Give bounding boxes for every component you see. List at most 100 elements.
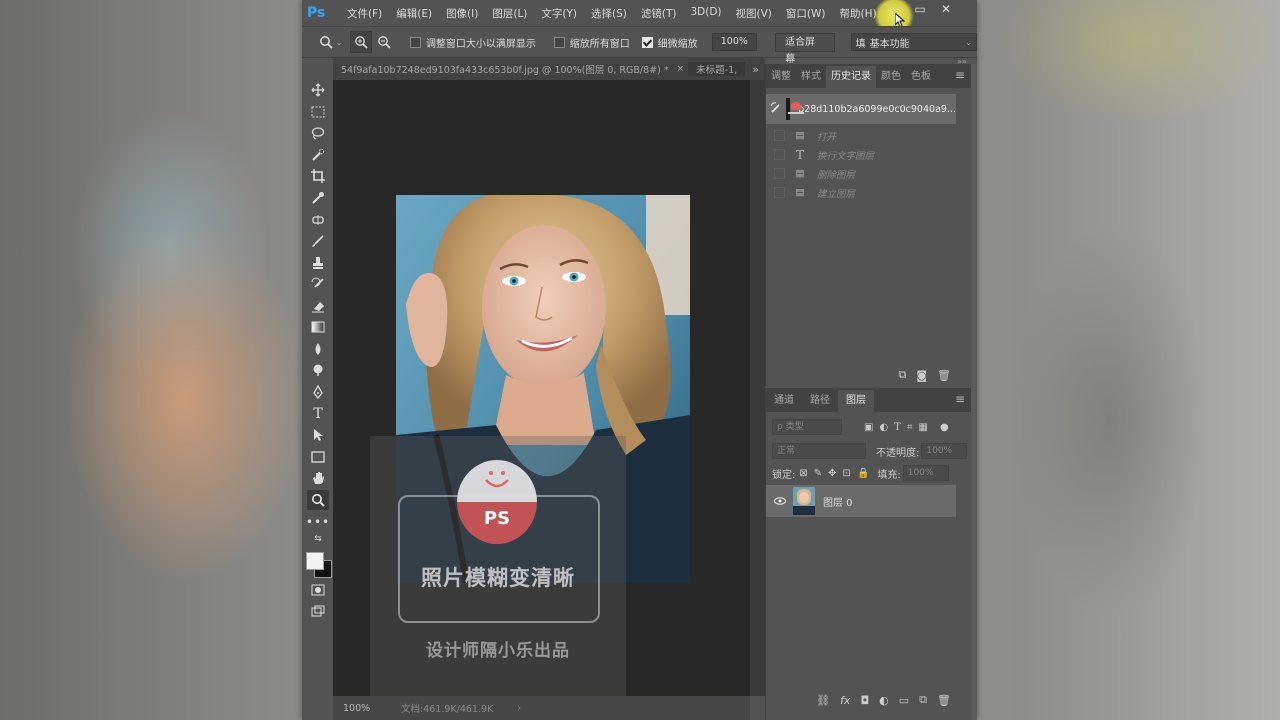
path-selection-tool-icon[interactable] [307,425,329,445]
filter-adjustment-icon[interactable]: ◐ [879,422,888,433]
lasso-tool-icon[interactable] [307,123,329,143]
close-button[interactable]: ✕ [933,0,959,18]
status-arrow-icon[interactable]: › [517,703,521,714]
tabs-overflow-icon[interactable]: » [752,63,759,76]
blend-mode-select[interactable]: 正常 [772,443,866,459]
zoom-tool-icon[interactable] [307,490,329,510]
trash-icon[interactable]: 🗑 [937,369,951,382]
filter-toggle-icon[interactable]: ● [940,422,949,433]
history-brush-source-icon[interactable] [770,102,782,114]
menu-edit[interactable]: 编辑(E) [389,6,439,21]
swap-colors-icon[interactable]: ⇆ [307,532,329,546]
history-snapshot[interactable]: b28d110b2a6099e0c0c9040a9... [766,94,956,124]
hand-tool-icon[interactable] [307,468,329,488]
zoom-in-icon[interactable] [350,31,373,53]
zoom-out-icon[interactable] [374,32,394,52]
panel-menu-icon[interactable]: ≡ [955,392,965,406]
lock-position-icon[interactable]: ✥ [828,468,836,479]
panel-menu-icon[interactable]: ≡ [955,68,965,82]
menu-window[interactable]: 窗口(W) [779,6,833,21]
tab-swatches[interactable]: 色板 [906,66,936,88]
panel-edge-scrollbar[interactable] [971,64,977,720]
zoom-tool-preset-icon[interactable] [316,32,336,52]
tab-color[interactable]: 颜色 [876,66,906,88]
maximize-button[interactable]: ▭ [907,0,933,18]
menu-image[interactable]: 图像(I) [439,6,485,21]
trash-icon[interactable]: 🗑 [937,694,951,707]
history-item[interactable]: T 换行文字图层 [766,145,956,164]
chevron-down-icon[interactable]: ⌄ [336,38,343,47]
filter-type-icon[interactable]: T [894,422,901,433]
zoom-percent-field[interactable]: 100% [711,33,758,51]
layer-row[interactable]: 图层 0 [766,485,956,517]
lock-image-icon[interactable]: ✎ [814,468,822,479]
tab-paths[interactable]: 路径 [802,390,838,412]
new-layer-icon[interactable]: ⧉ [919,693,927,707]
quick-selection-tool-icon[interactable] [307,145,329,165]
canvas-scrollbar[interactable] [750,80,765,696]
eraser-tool-icon[interactable] [307,296,329,316]
fill-field[interactable]: 100% [902,465,949,481]
filter-image-icon[interactable]: ▣ [864,422,873,433]
more-tools-icon[interactable]: ••• [306,512,329,532]
menu-file[interactable]: 文件(F) [340,6,389,21]
filter-smart-object-icon[interactable]: ▦ [919,422,928,433]
scrubby-zoom-checkbox[interactable] [641,36,653,48]
layer-filter-select[interactable]: ρ 类型 [772,419,842,435]
menu-3d[interactable]: 3D(D) [683,6,728,21]
type-tool-icon[interactable]: T [307,404,329,424]
history-item[interactable]: ▤ 建立图层 [766,183,956,202]
tab-styles[interactable]: 样式 [796,66,826,88]
zoom-all-windows-checkbox[interactable] [553,36,565,48]
resize-windows-checkbox[interactable] [409,36,421,48]
new-document-from-state-icon[interactable]: ⧉ [898,368,906,382]
add-mask-icon[interactable]: ◘ [860,694,869,707]
history-item[interactable]: ▤ 打开 [766,126,956,145]
opacity-field[interactable]: 100% [921,443,968,459]
blur-tool-icon[interactable] [307,339,329,359]
canvas-area[interactable]: PS 照片模糊变清晰 设计师隔小乐出品 [333,80,750,720]
document-tab[interactable]: 54f9afa10b7248ed9103fa433c653b0f.jpg @ 1… [333,62,677,76]
camera-icon[interactable]: ◙ [916,369,927,382]
pen-tool-icon[interactable] [307,382,329,402]
tab-layers[interactable]: 图层 [838,390,874,412]
menu-filter[interactable]: 滤镜(T) [634,6,684,21]
tab-adjustments[interactable]: 调整 [766,66,796,88]
lock-artboard-icon[interactable]: ⊡ [843,468,851,479]
history-brush-tool-icon[interactable] [307,274,329,294]
menu-select[interactable]: 选择(S) [584,6,634,21]
document-tab-2[interactable]: 未标题-1, [688,62,746,76]
tab-channels[interactable]: 通道 [766,390,802,412]
clone-stamp-tool-icon[interactable] [307,253,329,273]
quick-mask-icon[interactable] [307,580,329,600]
dodge-tool-icon[interactable] [307,360,329,380]
workspace-select[interactable]: 填 基本功能 ⌄ [850,33,977,51]
foreground-color-swatch[interactable] [306,552,324,570]
new-group-icon[interactable]: ▭ [899,694,909,707]
move-tool-icon[interactable] [307,80,329,100]
menu-type[interactable]: 文字(Y) [534,6,584,21]
gradient-tool-icon[interactable] [307,317,329,337]
zoom-status[interactable]: 100% [343,703,393,714]
history-item[interactable]: ▤ 删除图层 [766,164,956,183]
link-layers-icon[interactable]: ⛓ [816,694,830,707]
close-tab-icon[interactable]: × [677,64,685,74]
menu-layer[interactable]: 图层(L) [485,6,534,21]
brush-tool-icon[interactable] [307,231,329,251]
screen-mode-icon[interactable] [307,601,329,621]
filter-shape-icon[interactable]: ⌗ [907,422,913,433]
adjustment-layer-icon[interactable]: ◐ [879,694,889,707]
lock-all-icon[interactable]: 🔒 [857,468,869,479]
layer-style-icon[interactable]: fx [840,694,850,707]
crop-tool-icon[interactable] [307,166,329,186]
layer-name[interactable]: 图层 0 [823,494,853,509]
healing-brush-tool-icon[interactable] [307,210,329,230]
menu-view[interactable]: 视图(V) [729,6,779,21]
tab-history[interactable]: 历史记录 [826,66,876,88]
rectangle-tool-icon[interactable] [307,447,329,467]
lock-transparent-icon[interactable]: ⊠ [799,468,807,479]
marquee-tool-icon[interactable] [307,102,329,122]
eyedropper-tool-icon[interactable] [307,188,329,208]
eye-icon[interactable] [774,497,786,505]
fit-screen-button[interactable]: 适合屏幕 [775,32,835,65]
